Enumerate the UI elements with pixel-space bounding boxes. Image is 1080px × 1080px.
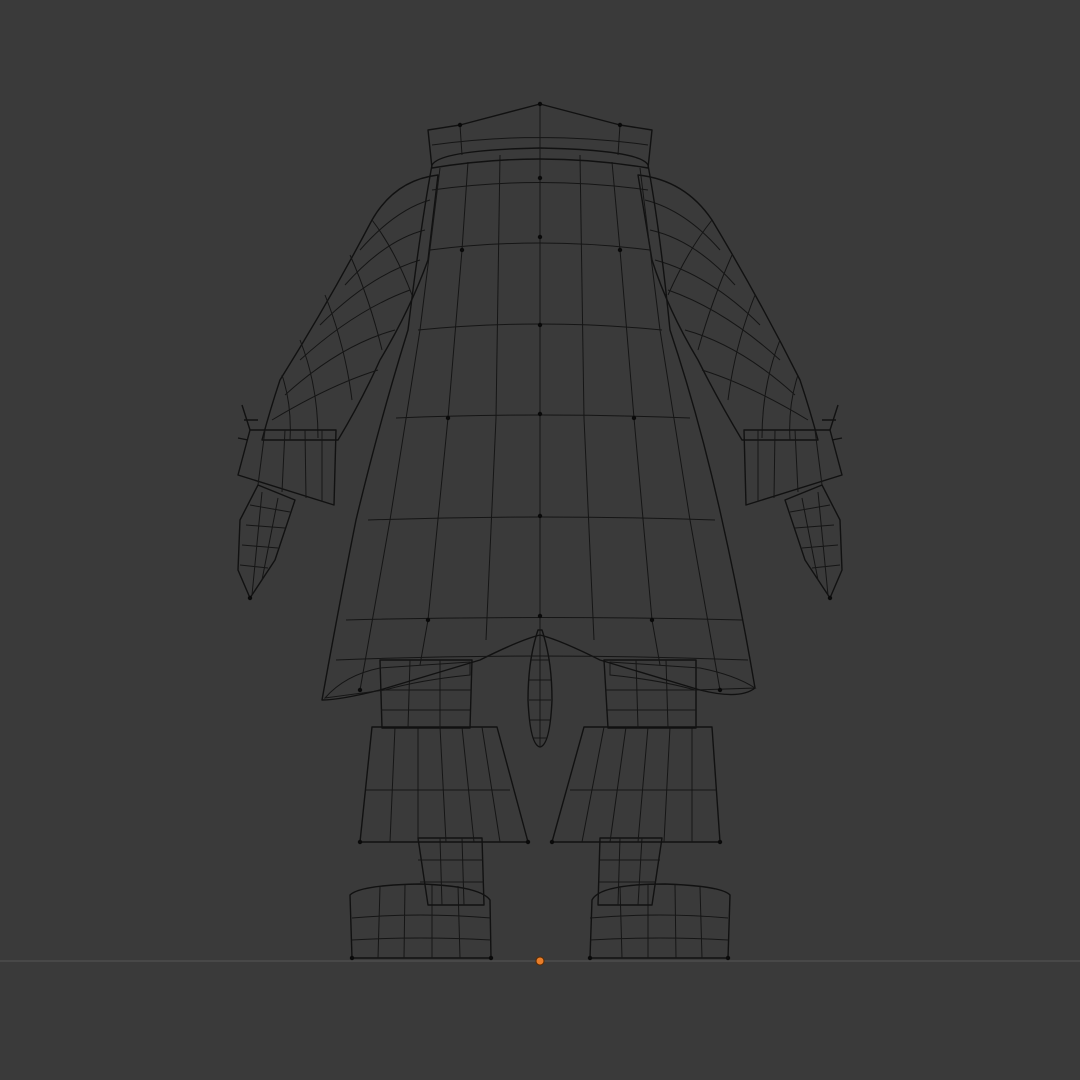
right-hand bbox=[784, 484, 843, 599]
viewport-canvas[interactable] bbox=[0, 0, 1080, 1080]
left-sleeve bbox=[261, 174, 439, 441]
right-leg bbox=[597, 837, 663, 906]
left-pant-cuff bbox=[359, 726, 529, 843]
left-leg bbox=[417, 837, 485, 906]
right-pant-cuff bbox=[551, 726, 721, 843]
tail bbox=[527, 629, 553, 748]
right-sleeve bbox=[637, 174, 819, 441]
right-cuff bbox=[743, 404, 843, 506]
left-shoe bbox=[349, 883, 492, 959]
left-thigh bbox=[379, 659, 473, 729]
origin-point-icon[interactable] bbox=[535, 956, 545, 966]
collar bbox=[427, 103, 653, 169]
3d-viewport[interactable] bbox=[0, 0, 1080, 1080]
right-shoe bbox=[589, 883, 731, 959]
left-hand bbox=[237, 484, 296, 599]
right-thigh bbox=[603, 659, 697, 729]
left-cuff bbox=[237, 404, 337, 506]
